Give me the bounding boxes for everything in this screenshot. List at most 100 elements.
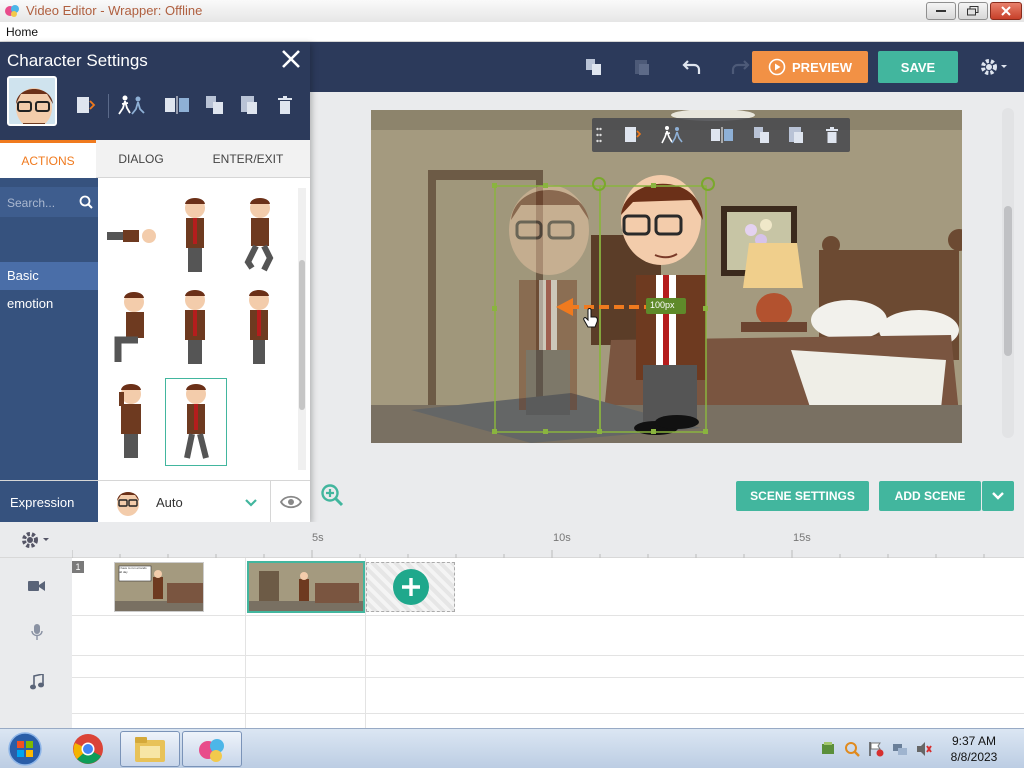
delete-icon[interactable] [818,122,846,148]
clock-time: 9:37 AM [951,734,997,748]
action-center-icon[interactable] [820,741,836,757]
character-toolbar [592,118,850,152]
search-icon [79,195,93,209]
action-run[interactable] [228,192,290,280]
volume-muted-icon[interactable] [916,741,932,757]
scene-2-thumbnail[interactable] [247,561,365,613]
scene-1-caption: I have to run errands all day [119,566,147,574]
save-button[interactable]: SAVE [878,51,958,83]
action-stand-front[interactable] [228,284,290,372]
category-basic[interactable]: Basic [0,262,98,290]
expression-face-icon [114,487,142,517]
paste-icon[interactable] [782,122,810,148]
stage-scrollbar[interactable] [1002,108,1014,438]
action-stand-hands[interactable] [164,284,226,372]
expression-value: Auto [156,495,183,510]
flip-icon[interactable] [164,92,190,118]
paste-icon[interactable] [236,92,262,118]
copy-icon[interactable] [574,42,614,92]
preview-button[interactable]: PREVIEW [752,51,868,83]
delete-icon[interactable] [272,92,298,118]
track-icons-column [0,558,72,728]
scene-settings-button[interactable]: SCENE SETTINGS [736,481,869,511]
walk-icon[interactable] [114,92,150,118]
minimize-button[interactable] [926,2,956,20]
panel-tabs: ACTIONS DIALOG ENTER/EXIT [0,140,310,178]
add-scene-slot[interactable] [366,562,455,612]
copy-icon[interactable] [748,122,776,148]
chevron-down-icon [992,492,1004,500]
music-track-1 [72,656,1024,678]
tab-dialog[interactable]: DIALOG [96,140,186,178]
voice-track [72,616,1024,656]
category-emotion[interactable]: emotion [0,290,98,318]
action-phone[interactable] [101,378,163,466]
tick-15s: 15s [793,532,811,544]
restore-button[interactable] [958,2,988,20]
window-title: Video Editor - Wrapper: Offline [26,3,203,18]
timeline-ruler: 5s 10s 15s [0,522,1024,558]
category-sidebar: Search... Basic emotion [0,178,98,480]
search-icon[interactable] [844,741,860,757]
walk-icon[interactable] [658,122,686,148]
tab-actions[interactable]: ACTIONS [0,140,96,178]
flag-icon[interactable] [868,741,884,757]
timeline-settings-gear-icon[interactable] [20,530,54,550]
tab-enter-exit[interactable]: ENTER/EXIT [186,140,310,178]
action-grid [98,178,310,480]
play-circle-icon [768,58,786,76]
toolbar-divider [108,94,109,118]
system-clock[interactable]: 9:37 AM 8/8/2023 [944,733,1004,765]
scene-stage[interactable]: 100px [371,110,962,443]
ruler-ticks [72,550,985,558]
tick-10s: 10s [553,532,571,544]
character-avatar[interactable] [7,76,57,126]
drag-handle-icon[interactable] [592,122,606,148]
wrapper-app-icon[interactable] [182,731,242,767]
action-grid-scrollbar[interactable] [298,188,306,470]
copy-icon[interactable] [202,92,228,118]
home-menu-item[interactable]: Home [6,25,38,39]
bedroom-scene-image [371,110,962,443]
plus-circle-icon [392,569,429,605]
tick-5s: 5s [312,532,324,544]
action-walk[interactable] [165,378,227,466]
chrome-icon[interactable] [58,731,118,767]
scene-number-1: 1 [72,561,84,573]
timeline: 5s 10s 15s 1 I have to run errands all d… [0,522,1024,728]
swap-character-icon[interactable] [618,122,646,148]
clock-date: 8/8/2023 [950,750,998,764]
preview-label: PREVIEW [792,59,852,75]
network-icon[interactable] [892,741,908,757]
gear-icon[interactable] [972,42,1016,92]
eye-icon[interactable] [270,481,310,523]
swap-character-icon[interactable] [72,92,98,118]
scrollbar-thumb[interactable] [1004,206,1012,356]
file-explorer-icon[interactable] [120,731,180,767]
search-placeholder: Search... [7,196,56,210]
close-icon[interactable] [280,48,302,70]
add-scene-dropdown[interactable] [982,481,1014,511]
paste-icon[interactable] [622,42,662,92]
action-sit[interactable] [101,284,163,372]
add-scene-button[interactable]: ADD SCENE [879,481,981,511]
title-bar: Video Editor - Wrapper: Offline [0,0,1024,22]
action-stand[interactable] [164,192,226,280]
microphone-icon [31,624,43,640]
camera-icon [28,580,46,592]
expression-select[interactable]: Auto [98,481,270,523]
menu-bar: Home [0,22,1024,42]
character-settings-panel: Character Settings ACTIONS DIALOG ENTER/ [0,42,310,523]
flip-icon[interactable] [708,122,736,148]
close-window-button[interactable] [990,2,1022,20]
search-input[interactable]: Search... [0,187,98,217]
chevron-down-icon [244,498,258,508]
hand-cursor-icon [583,308,599,328]
undo-icon[interactable] [672,42,712,92]
action-lie-down[interactable] [101,192,163,280]
start-orb-icon[interactable] [0,731,50,767]
zoom-in-icon[interactable] [320,483,344,507]
music-track-2 [72,678,1024,714]
scene-divider [245,558,246,728]
scrollbar-thumb[interactable] [299,260,305,410]
